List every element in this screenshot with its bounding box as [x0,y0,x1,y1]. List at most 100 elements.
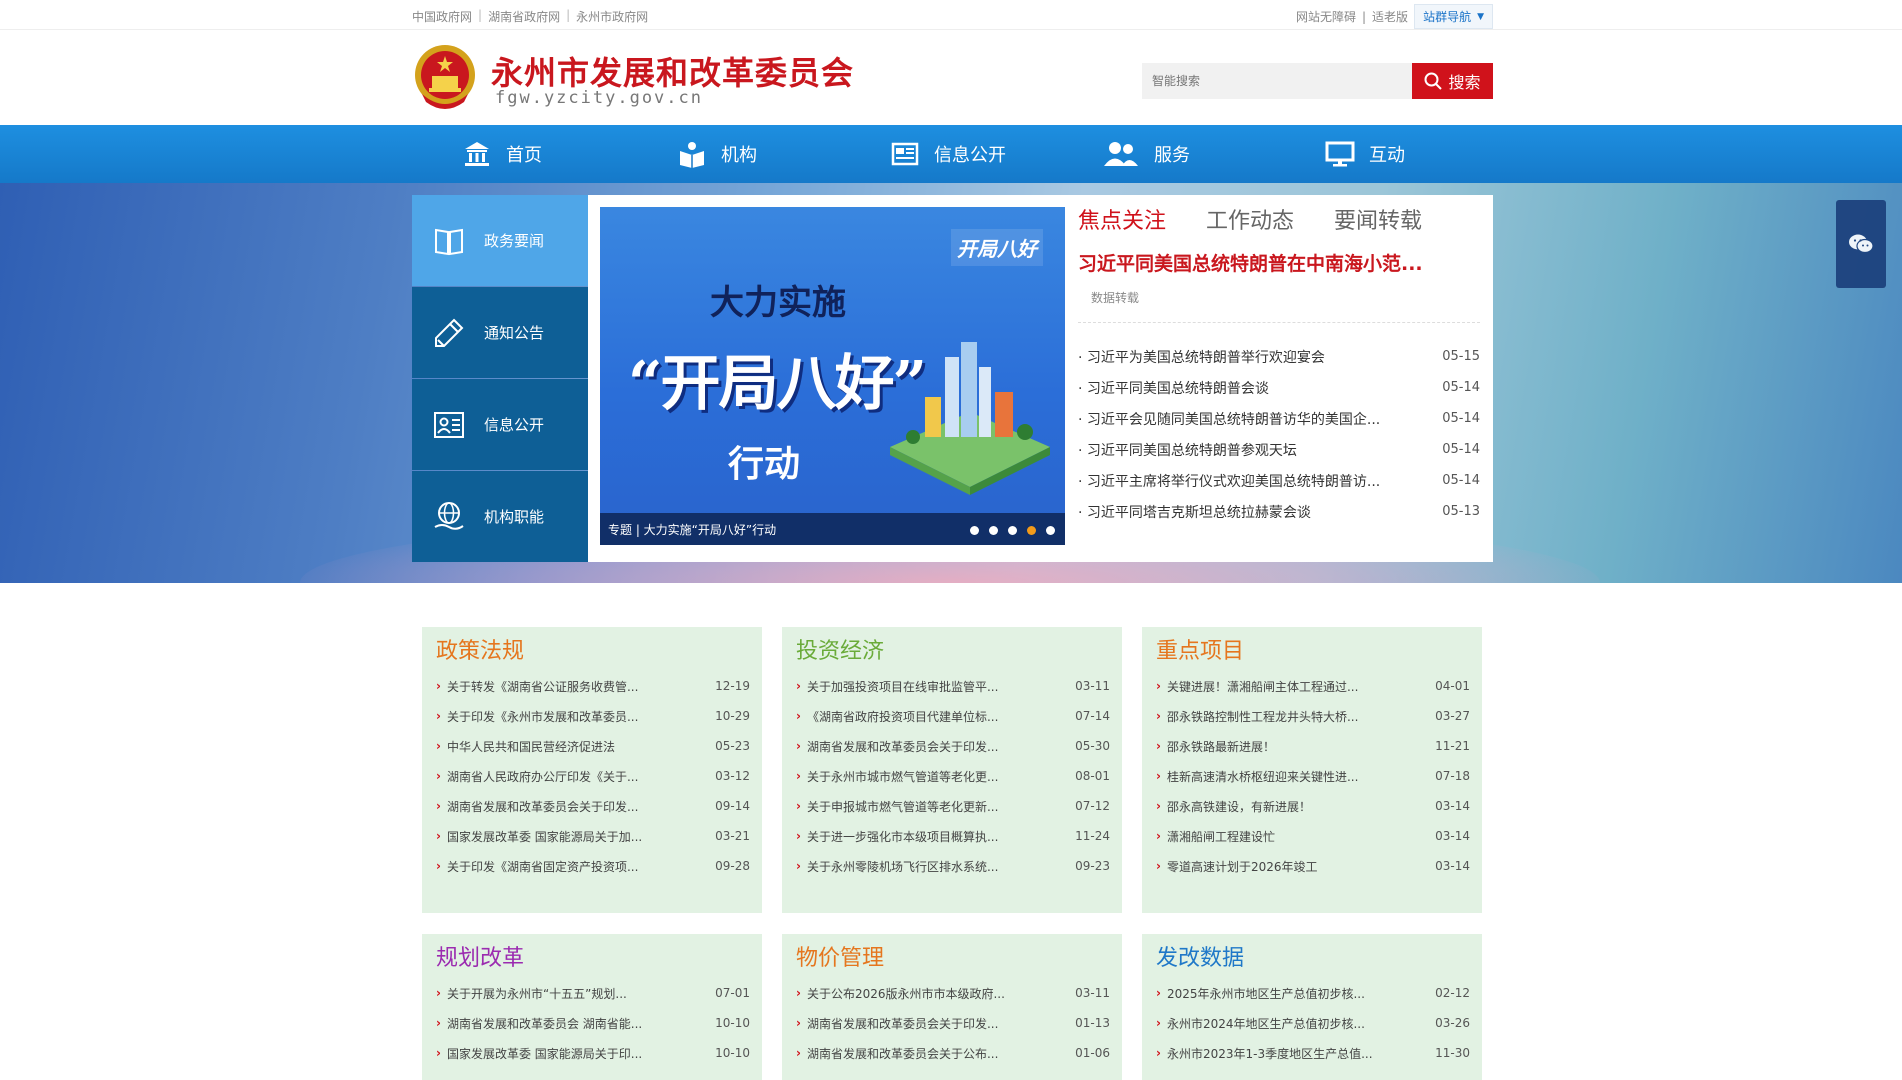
list-item[interactable]: › 桂新高速清水桥枢纽迎来关键性进... 07-18 [1156,761,1470,791]
search-button[interactable]: 搜索 [1412,63,1493,99]
wechat-float-button[interactable] [1836,200,1886,288]
item-date: 05-30 [1075,739,1110,753]
tab-focus[interactable]: 焦点关注 [1078,203,1166,235]
list-item[interactable]: › 潇湘船闸工程建设忙 03-14 [1156,821,1470,851]
news-item[interactable]: · 习近平同美国总统特朗普参观天坛 05-14 [1078,434,1480,465]
list-item[interactable]: › 国家发展改革委 国家能源局关于加... 03-21 [436,821,750,851]
nav-item-service[interactable]: 服务 [1102,125,1190,183]
nav-item-org[interactable]: 机构 [677,125,757,183]
list-item[interactable]: › 关于永州零陵机场飞行区排水系统... 09-23 [796,851,1110,881]
card-list: › 关于公布2026版永州市市本级政府... 03-11 › 湖南省发展和改革委员会关… [796,978,1110,1068]
list-item[interactable]: › 国家发展改革委 国家能源局关于印... 10-10 [436,1038,750,1068]
list-item[interactable]: › 关于转发《湖南省公证服务收费管... 12-19 [436,671,750,701]
news-item[interactable]: · 习近平同塔吉克斯坦总统拉赫蒙会谈 05-13 [1078,496,1480,527]
list-item[interactable]: › 2025年永州市地区生产总值初步核... 02-12 [1156,978,1470,1008]
list-item[interactable]: › 湖南省发展和改革委员会关于印发... 09-14 [436,791,750,821]
info-icon [891,142,919,166]
tab-reprints[interactable]: 要闻转载 [1334,203,1422,235]
item-date: 03-14 [1435,799,1470,813]
card-list: › 2025年永州市地区生产总值初步核... 02-12 › 永州市2024年地区生产… [1156,978,1470,1068]
item-title: 湖南省人民政府办公厅印发《关于... [446,769,639,784]
headline-link[interactable]: 习近平同美国总统特朗普在中南海小范... [1078,249,1423,276]
list-item[interactable]: › 零道高速计划于2026年竣工 03-14 [1156,851,1470,881]
list-item[interactable]: › 永州市2023年1-3季度地区生产总值... 11-30 [1156,1038,1470,1068]
list-item[interactable]: › 邵永铁路控制性工程龙井头特大桥... 03-27 [1156,701,1470,731]
list-item[interactable]: › 关于申报城市燃气管道等老化更新... 07-12 [796,791,1110,821]
site-header: 永州市发展和改革委员会 fgw.yzcity.gov.cn 搜索 [0,30,1902,125]
carousel-dot[interactable] [970,526,979,535]
chevron-right-icon: › [796,799,801,813]
banner-logo: 开局八好 [951,229,1043,266]
item-title: 关键进展！潇湘船闸主体工程通过... [1166,679,1359,694]
nav-item-info[interactable]: 信息公开 [890,125,1006,183]
item-title: 关于永州零陵机场飞行区排水系统... [806,859,999,874]
card-title[interactable]: 规划改革 [436,940,524,972]
gov-link-central[interactable]: 中国政府网 [412,8,472,25]
item-date: 03-14 [1435,859,1470,873]
search-icon [1424,72,1443,90]
search-input[interactable] [1142,63,1412,99]
item-title: 关于申报城市燃气管道等老化更新... [806,799,999,814]
side-tab-notice[interactable]: 通知公告 [412,287,588,378]
gov-link-province[interactable]: 湖南省政府网 [488,8,560,25]
item-date: 03-26 [1435,1016,1470,1030]
list-item[interactable]: › 关于公布2026版永州市市本级政府... 03-11 [796,978,1110,1008]
card-title[interactable]: 投资经济 [796,633,884,665]
list-item[interactable]: › 永州市2024年地区生产总值初步核... 03-26 [1156,1008,1470,1038]
list-item[interactable]: › 邵永铁路最新进展！ 11-21 [1156,731,1470,761]
news-item[interactable]: · 习近平主席将举行仪式欢迎美国总统特朗普访... 05-14 [1078,465,1480,496]
carousel-dot[interactable] [1046,526,1055,535]
news-item[interactable]: · 习近平会见随同美国总统特朗普访华的美国企... 05-14 [1078,403,1480,434]
list-item[interactable]: › 《湖南省政府投资项目代建单位标... 07-14 [796,701,1110,731]
card-title[interactable]: 物价管理 [796,940,884,972]
side-tab-function[interactable]: 机构职能 [412,471,588,562]
list-item[interactable]: › 关于印发《湖南省固定资产投资项... 09-28 [436,851,750,881]
accessibility-link[interactable]: 网站无障碍 [1296,8,1356,25]
list-item[interactable]: › 邵永高铁建设，有新进展！ 03-14 [1156,791,1470,821]
list-item[interactable]: › 关于加强投资项目在线审批监管平... 03-11 [796,671,1110,701]
news-title: · 习近平会见随同美国总统特朗普访华的美国企... [1078,411,1381,428]
tab-work-updates[interactable]: 工作动态 [1206,203,1294,235]
list-item[interactable]: › 关于永州市城市燃气管道等老化更... 08-01 [796,761,1110,791]
side-tab-label: 机构职能 [484,508,545,526]
list-item[interactable]: › 关于印发《永州市发展和改革委员... 10-29 [436,701,750,731]
item-title: 关于开展为永州市“十五五”规划... [446,986,627,1001]
side-tab-label: 政务要闻 [484,232,545,250]
list-item[interactable]: › 中华人民共和国民营经济促进法 05-23 [436,731,750,761]
banner-carousel[interactable]: 开局八好 大力实施 “开局八好” 行动 专题 | 大力实施“开局八好”行动 [600,207,1065,545]
item-date: 03-14 [1435,829,1470,843]
carousel-dot[interactable] [989,526,998,535]
news-item[interactable]: · 习近平为美国总统特朗普举行欢迎宴会 05-15 [1078,341,1480,372]
elder-mode-link[interactable]: 适老版 [1372,8,1408,25]
list-item[interactable]: › 关键进展！潇湘船闸主体工程通过... 04-01 [1156,671,1470,701]
caret-down-icon: ▼ [1477,11,1484,22]
list-item[interactable]: › 湖南省发展和改革委员会关于印发... 01-13 [796,1008,1110,1038]
card-list: › 关键进展！潇湘船闸主体工程通过... 04-01 › 邵永铁路控制性工程龙井头特大… [1156,671,1470,881]
list-item[interactable]: › 湖南省发展和改革委员会关于公布... 01-06 [796,1038,1110,1068]
item-date: 03-12 [715,769,750,783]
list-item[interactable]: › 湖南省发展和改革委员会 湖南省能... 10-10 [436,1008,750,1038]
nav-item-home[interactable]: 首页 [462,125,542,183]
side-tab-news[interactable]: 政务要闻 [412,195,588,286]
list-item[interactable]: › 关于开展为永州市“十五五”规划... 07-01 [436,978,750,1008]
news-item[interactable]: · 习近平同美国总统特朗普会谈 05-14 [1078,372,1480,403]
list-item[interactable]: › 湖南省人民政府办公厅印发《关于... 03-12 [436,761,750,791]
item-date: 07-12 [1075,799,1110,813]
list-item[interactable]: › 湖南省发展和改革委员会关于印发... 05-30 [796,731,1110,761]
card-investment: 投资经济 › 关于加强投资项目在线审批监管平... 03-11 › 《湖南省政府投资项… [782,627,1122,913]
carousel-dot[interactable] [1008,526,1017,535]
nav-item-interact[interactable]: 互动 [1325,125,1405,183]
card-title[interactable]: 重点项目 [1156,633,1244,665]
card-title[interactable]: 政策法规 [436,633,524,665]
nav-label: 信息公开 [934,145,1006,166]
gov-link-city[interactable]: 永州市政府网 [576,8,648,25]
card-title[interactable]: 发改数据 [1156,940,1244,972]
item-date: 07-14 [1075,709,1110,723]
chevron-right-icon: › [436,739,441,753]
side-tab-info[interactable]: 信息公开 [412,379,588,470]
list-item[interactable]: › 关于进一步强化市本级项目概算执... 11-24 [796,821,1110,851]
card-policy: 政策法规 › 关于转发《湖南省公证服务收费管... 12-19 › 关于印发《永州市发… [422,627,762,913]
news-date: 05-15 [1442,349,1480,364]
site-nav-dropdown[interactable]: 站群导航 ▼ [1414,4,1493,29]
carousel-dot-active[interactable] [1027,526,1036,535]
